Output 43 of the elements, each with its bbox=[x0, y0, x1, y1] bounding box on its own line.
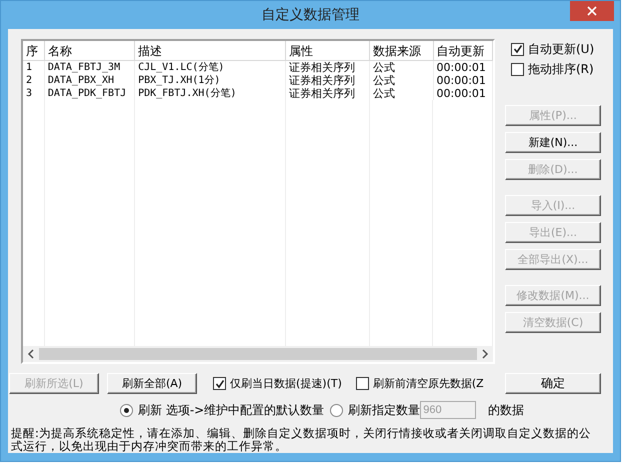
column-header[interactable]: 数据来源 bbox=[370, 41, 434, 61]
table-cell: 1 bbox=[23, 61, 45, 74]
table-cell: 证券相关序列 bbox=[286, 61, 370, 74]
window-title: 自定义数据管理 bbox=[262, 6, 360, 24]
column-header[interactable]: 自动更新 bbox=[434, 41, 494, 61]
column-header[interactable]: 名称 bbox=[44, 41, 136, 61]
table-cell: 证券相关序列 bbox=[286, 74, 370, 87]
table-cell: DATA_PBX_XH bbox=[44, 74, 136, 87]
horizontal-scrollbar[interactable] bbox=[23, 346, 493, 362]
checkbox-label: 拖动排序(R) bbox=[528, 60, 594, 78]
checkbox[interactable] bbox=[213, 377, 226, 390]
radio-button[interactable] bbox=[120, 404, 133, 416]
table-cell: 3 bbox=[23, 87, 45, 100]
close-button[interactable] bbox=[570, 1, 614, 21]
radio-label: 刷新 选项->维护中配置的默认数量 bbox=[138, 402, 324, 418]
column-header[interactable]: 属性 bbox=[286, 41, 370, 61]
checkbox-label: 自动更新(U) bbox=[528, 40, 594, 58]
table-cell: 00:00:01 bbox=[434, 61, 494, 74]
checkbox[interactable] bbox=[511, 42, 524, 56]
action-button[interactable]: 新建(N)... bbox=[505, 132, 601, 153]
refresh-button[interactable]: 刷新全部(A) bbox=[107, 373, 197, 394]
table-cell: CJL_V1.LC(分笔) bbox=[135, 61, 286, 74]
column-header[interactable]: 序 bbox=[23, 41, 45, 61]
scroll-left-icon[interactable] bbox=[27, 349, 35, 359]
checkbox-label: 仅刷当日数据(提速)(T) bbox=[230, 376, 342, 391]
table-cell: 2 bbox=[23, 74, 45, 87]
table-cell: DATA_FBTJ_3M bbox=[44, 61, 136, 74]
checkbox[interactable] bbox=[356, 377, 369, 390]
ok-button[interactable]: 确定 bbox=[505, 373, 601, 394]
scroll-right-icon[interactable] bbox=[481, 349, 489, 359]
column-header[interactable]: 描述 bbox=[135, 41, 286, 61]
table-cell: 公式 bbox=[370, 61, 434, 74]
checkbox-label: 刷新前清空原先数据(Z bbox=[372, 376, 484, 391]
checkbox[interactable] bbox=[511, 62, 524, 76]
count-suffix: 的数据 bbox=[488, 402, 524, 418]
radio-button[interactable] bbox=[330, 404, 344, 416]
radio-label: 刷新指定数量 bbox=[348, 402, 420, 418]
table-cell: PBX_TJ.XH(1分) bbox=[135, 74, 286, 87]
table-cell: 00:00:01 bbox=[434, 87, 494, 100]
close-icon bbox=[587, 6, 597, 16]
table-cell: 00:00:01 bbox=[434, 74, 494, 87]
table-cell: 公式 bbox=[370, 74, 434, 87]
reminder-text: 提醒:为提高系统稳定性，请在添加、编辑、删除自定义数据项时，关闭行情接收或者关闭调取自定义数据的公式运行，以免出现由于内存冲突而带来的工作异常。 bbox=[11, 427, 592, 453]
